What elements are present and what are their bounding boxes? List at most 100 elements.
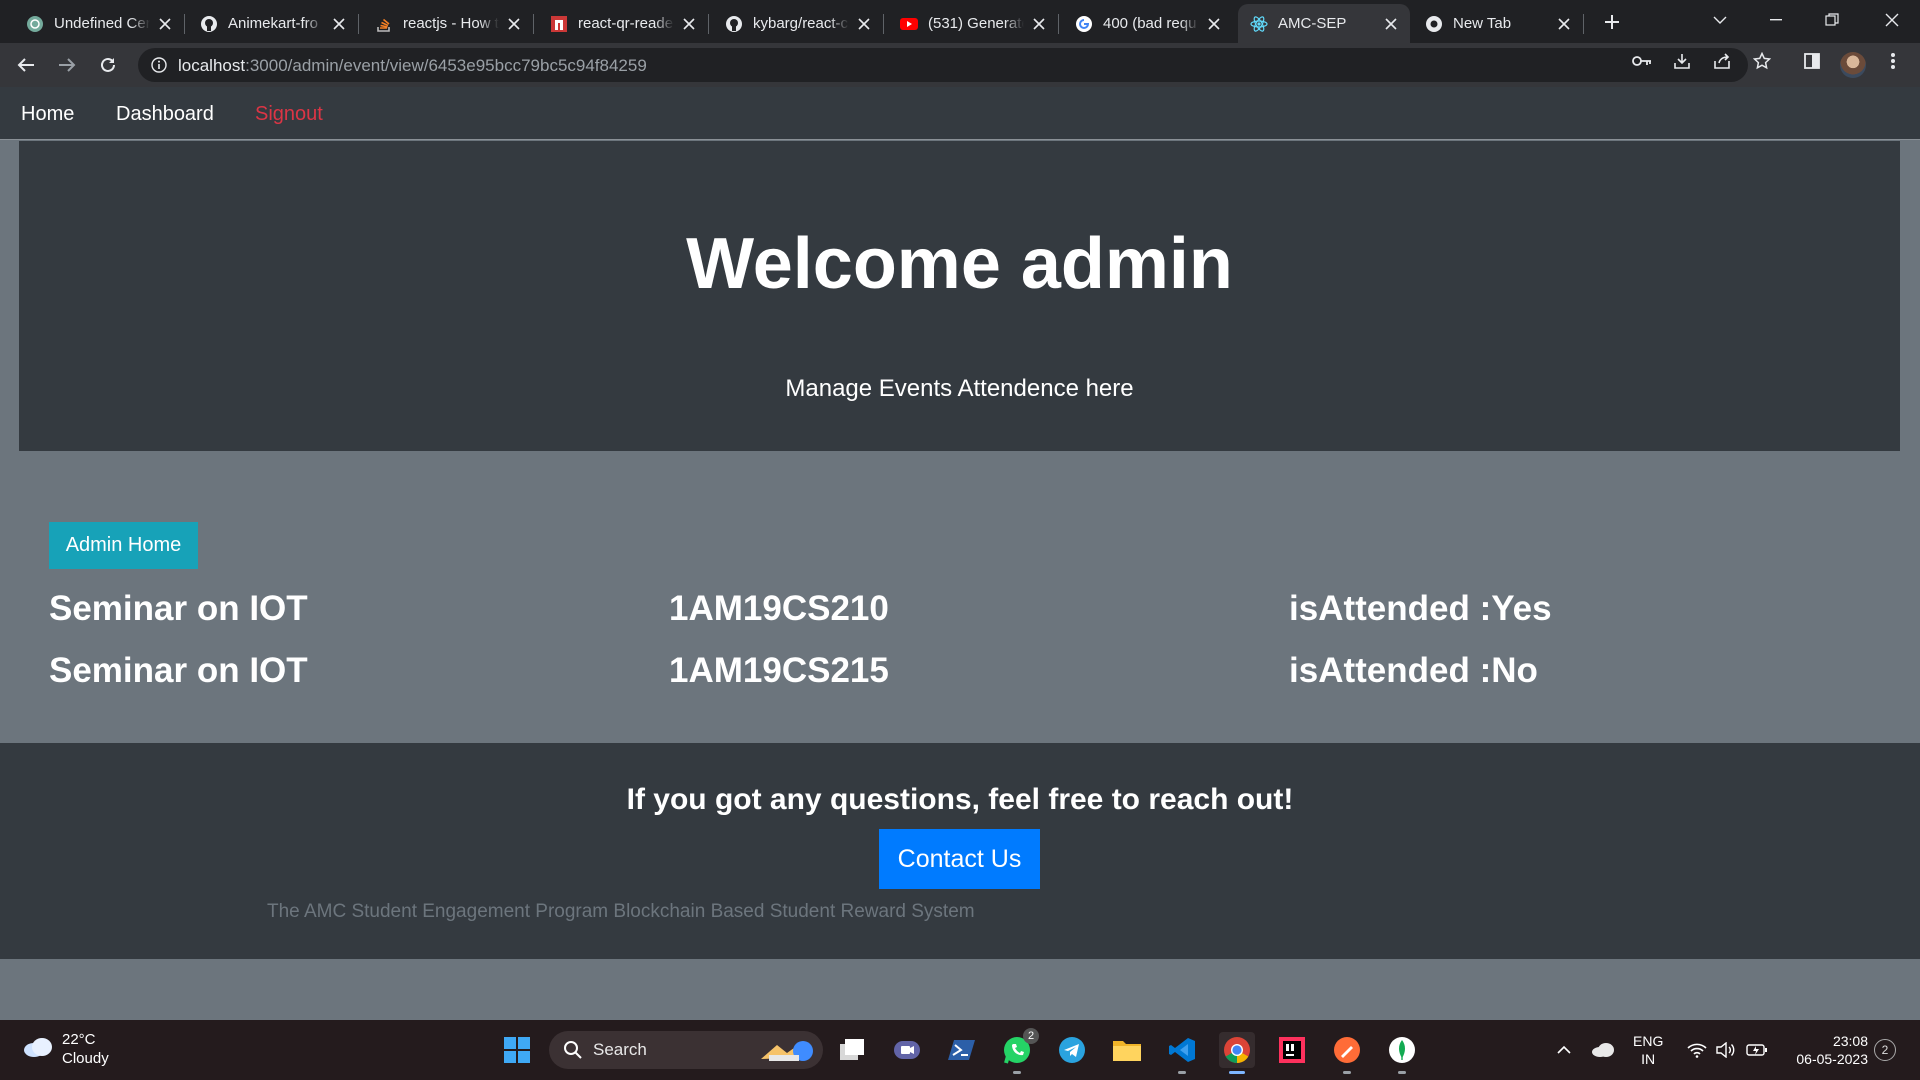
url-host: localhost [178, 56, 246, 75]
minimize-icon[interactable] [1748, 0, 1804, 40]
wifi-icon[interactable] [1685, 1020, 1709, 1080]
event-name: Seminar on IOT [49, 589, 308, 628]
new-tab-plus-icon[interactable] [1598, 8, 1626, 36]
weather-widget[interactable]: 22°C Cloudy [22, 1030, 109, 1068]
intellij-icon[interactable] [1274, 1032, 1310, 1068]
forward-arrow-icon[interactable] [53, 51, 81, 79]
file-explorer-icon[interactable] [1109, 1032, 1145, 1068]
share-icon[interactable] [1711, 50, 1733, 72]
language-code: ENG [1633, 1033, 1664, 1049]
chrome-icon[interactable] [1219, 1032, 1255, 1074]
postman-icon[interactable] [1329, 1032, 1365, 1074]
youtube-icon [900, 15, 918, 33]
windows-start-icon[interactable] [499, 1032, 535, 1068]
admin-home-button[interactable]: Admin Home [49, 522, 198, 569]
close-tab-icon[interactable] [1030, 15, 1048, 33]
browser-tab[interactable]: (531) Generate [888, 4, 1059, 43]
page-title: Welcome admin [686, 224, 1233, 304]
nav-signout-link[interactable]: Signout [255, 103, 323, 126]
whatsapp-icon[interactable]: 2 [999, 1028, 1039, 1074]
chrome-icon [1425, 15, 1443, 33]
volume-icon[interactable] [1714, 1020, 1738, 1080]
tab-title: kybarg/react-c [753, 15, 849, 32]
system-clock[interactable]: 23:08 06-05-2023 [1780, 1032, 1868, 1068]
close-tab-icon[interactable] [855, 15, 873, 33]
navbar: Home Dashboard Signout [0, 87, 1920, 140]
region-code: IN [1641, 1051, 1656, 1067]
search-icon [563, 1040, 583, 1060]
running-indicator [1178, 1071, 1186, 1074]
browser-tab[interactable]: kybarg/react-c [713, 4, 884, 43]
close-tab-icon[interactable] [1205, 15, 1223, 33]
browser-tab[interactable]: reactjs - How t [363, 4, 534, 43]
tab-search-chevron-icon[interactable] [1692, 0, 1748, 40]
browser-tab[interactable]: react-qr-reade [538, 4, 709, 43]
running-indicator [1343, 1071, 1351, 1074]
side-panel-icon[interactable] [1801, 50, 1823, 72]
page-subtitle: Manage Events Attendence here [785, 375, 1134, 402]
show-hidden-icons-chevron-icon[interactable] [1552, 1020, 1576, 1080]
nav-dashboard-link[interactable]: Dashboard [116, 103, 214, 126]
browser-tab[interactable]: Animekart-fro [188, 4, 359, 43]
powershell-icon[interactable] [944, 1032, 980, 1068]
taskbar-search-box[interactable]: Search [549, 1031, 823, 1069]
close-window-icon[interactable] [1864, 0, 1920, 40]
browser-tab[interactable]: New Tab [1413, 4, 1584, 43]
onedrive-cloud-icon[interactable] [1588, 1020, 1618, 1080]
browser-tab[interactable]: 400 (bad requ [1063, 4, 1233, 43]
teams-meet-icon[interactable] [889, 1032, 925, 1068]
tab-title: New Tab [1453, 15, 1512, 32]
close-tab-icon[interactable] [1555, 15, 1573, 33]
tab-separator [184, 14, 185, 34]
browser-tab[interactable]: Undefined Cer [14, 4, 185, 43]
github-icon [200, 15, 218, 33]
search-highlight-icon [757, 1035, 817, 1065]
battery-charging-icon[interactable] [1744, 1020, 1770, 1080]
tab-title: AMC-SEP [1278, 15, 1347, 32]
contact-us-button[interactable]: Contact Us [879, 829, 1040, 889]
search-label: Search [593, 1040, 647, 1059]
weather-desc: Cloudy [62, 1050, 109, 1067]
browser-tab-active[interactable]: AMC-SEP [1238, 4, 1410, 43]
browser-tab-strip: Undefined Cer Animekart-fro reactjs - Ho… [0, 0, 1920, 43]
task-view-icon[interactable] [834, 1032, 870, 1068]
reload-icon[interactable] [94, 51, 122, 79]
url-text: localhost:3000/admin/event/view/6453e95b… [178, 56, 647, 76]
web-page: Home Dashboard Signout Welcome admin Man… [0, 87, 1920, 1020]
notification-count[interactable]: 2 [1874, 1039, 1896, 1061]
footer-question: If you got any questions, feel free to r… [626, 783, 1294, 816]
tab-separator [1058, 14, 1059, 34]
google-icon [1075, 15, 1093, 33]
tab-separator [708, 14, 709, 34]
telegram-icon[interactable] [1054, 1032, 1090, 1068]
site-info-icon[interactable] [150, 56, 168, 74]
react-icon [1250, 15, 1268, 33]
tab-title: react-qr-reade [578, 15, 674, 32]
chatgpt-icon [26, 15, 44, 33]
close-tab-icon[interactable] [156, 15, 174, 33]
close-tab-icon[interactable] [330, 15, 348, 33]
language-indicator[interactable]: ENG IN [1633, 1032, 1663, 1068]
npm-icon [550, 15, 568, 33]
url-path: :3000/admin/event/view/6453e95bcc79bc5c9… [245, 56, 647, 75]
address-bar[interactable]: localhost:3000/admin/event/view/6453e95b… [138, 48, 1748, 82]
windows-taskbar: 22°C Cloudy Search 2 ENG IN 23:08 06-05-… [0, 1020, 1920, 1080]
restore-icon[interactable] [1804, 0, 1860, 40]
nav-home-link[interactable]: Home [21, 103, 74, 126]
stackoverflow-icon [375, 15, 393, 33]
bookmark-star-icon[interactable] [1751, 50, 1773, 72]
key-icon[interactable] [1631, 50, 1653, 72]
mongodb-compass-icon[interactable] [1384, 1032, 1420, 1074]
close-tab-icon[interactable] [1382, 15, 1400, 33]
install-app-icon[interactable] [1671, 50, 1693, 72]
profile-avatar[interactable] [1840, 52, 1866, 78]
vscode-icon[interactable] [1164, 1032, 1200, 1074]
close-tab-icon[interactable] [680, 15, 698, 33]
attendance-row: Seminar on IOT 1AM19CS210 isAttended :Ye… [0, 589, 1920, 635]
close-tab-icon[interactable] [505, 15, 523, 33]
tab-title: (531) Generate [928, 15, 1024, 32]
back-arrow-icon[interactable] [12, 51, 40, 79]
attendance-row: Seminar on IOT 1AM19CS215 isAttended :No [0, 651, 1920, 697]
more-menu-icon[interactable] [1882, 50, 1904, 72]
student-usn: 1AM19CS210 [669, 589, 889, 628]
